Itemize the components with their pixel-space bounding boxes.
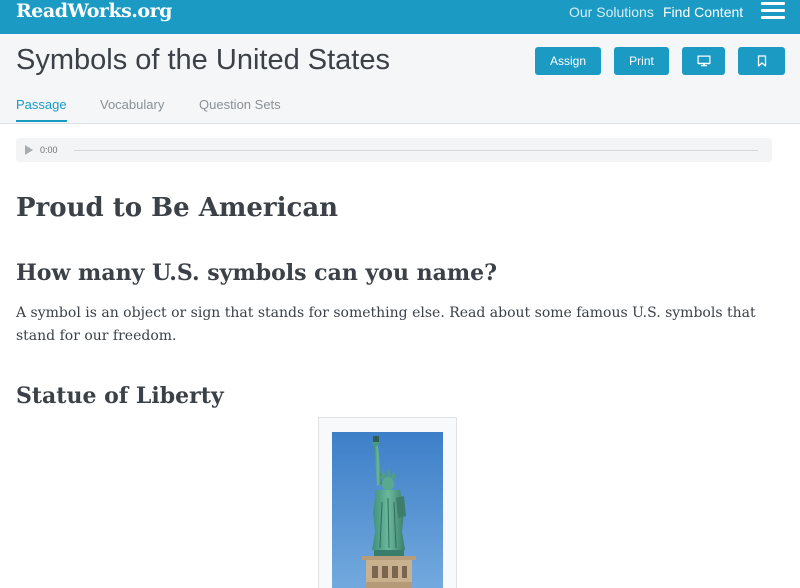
- present-button[interactable]: [682, 47, 725, 75]
- play-icon[interactable]: [25, 145, 33, 155]
- hamburger-menu-icon[interactable]: [761, 2, 785, 20]
- audio-progress-track[interactable]: [74, 150, 758, 151]
- image-frame: [318, 417, 457, 588]
- passage-header: Symbols of the United States Assign Prin…: [0, 34, 800, 124]
- article-heading: Proud to Be American: [16, 193, 339, 223]
- statue-of-liberty-photo: [332, 432, 443, 588]
- audio-time: 0:00: [40, 145, 58, 155]
- article-subheading: How many U.S. symbols can you name?: [16, 260, 498, 286]
- nav-our-solutions-link[interactable]: Our Solutions: [569, 4, 654, 20]
- monitor-icon: [697, 55, 710, 67]
- bookmark-icon: [757, 55, 766, 67]
- active-tab-indicator: [16, 120, 67, 122]
- article-intro-paragraph: A symbol is an object or sign that stand…: [16, 305, 756, 344]
- tab-passage[interactable]: Passage: [16, 97, 67, 113]
- tab-vocabulary[interactable]: Vocabulary: [100, 97, 164, 113]
- assign-button[interactable]: Assign: [535, 47, 601, 75]
- page-title: Symbols of the United States: [16, 44, 390, 76]
- bookmark-button[interactable]: [738, 47, 785, 75]
- top-navigation-bar: ReadWorks.org Our Solutions Find Content: [0, 0, 800, 34]
- audio-player: 0:00: [16, 138, 772, 162]
- section-heading-statue-of-liberty: Statue of Liberty: [16, 383, 224, 409]
- readworks-logo[interactable]: ReadWorks.org: [16, 0, 172, 23]
- tab-question-sets[interactable]: Question Sets: [199, 97, 281, 113]
- print-button[interactable]: Print: [614, 47, 669, 75]
- nav-find-content-link[interactable]: Find Content: [663, 4, 743, 20]
